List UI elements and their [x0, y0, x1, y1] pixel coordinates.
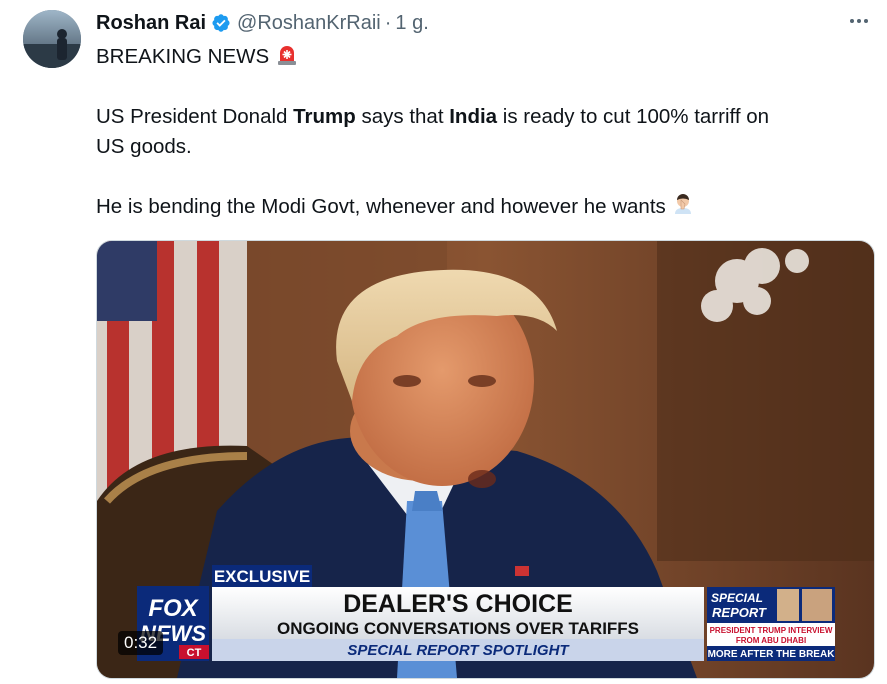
verified-badge-icon	[212, 14, 230, 32]
text-line-2: US President Donald Trump says that Indi…	[96, 102, 866, 132]
fox-channel-tag: CT	[187, 647, 202, 659]
side-line-1: PRESIDENT TRUMP INTERVIEW	[710, 626, 833, 635]
avatar[interactable]	[23, 10, 81, 68]
tweet-header: Roshan Rai @RoshanKrRaii · 1 g.	[96, 9, 429, 37]
text-line-4: He is bending the Modi Govt, whenever an…	[96, 192, 866, 222]
text-segment: is ready to cut 100% tarriff on	[497, 105, 770, 128]
chyron-spotlight: SPECIAL REPORT SPOTLIGHT	[347, 642, 570, 659]
special-report-word-2: REPORT	[712, 605, 767, 620]
more-dot-icon	[864, 19, 868, 23]
more-dot-icon	[850, 19, 854, 23]
siren-emoji-icon	[277, 46, 296, 65]
text-segment: US President Donald	[96, 105, 294, 128]
bold-india: India	[449, 105, 498, 128]
separator-dot: ·	[384, 11, 392, 34]
video-frame: FOX NEWS CT EXCLUSIVE DEALER'S CHOICE ON…	[97, 241, 874, 678]
video-timestamp: 0:32	[118, 631, 164, 655]
exclusive-tag: EXCLUSIVE	[214, 567, 310, 586]
bold-trump: Trump	[293, 105, 356, 128]
side-line-3: MORE AFTER THE BREAK	[708, 649, 836, 660]
video-player[interactable]: FOX NEWS CT EXCLUSIVE DEALER'S CHOICE ON…	[96, 240, 875, 679]
author-handle[interactable]: @RoshanKrRaii	[237, 12, 381, 35]
chyron-subline: ONGOING CONVERSATIONS OVER TARIFFS	[277, 619, 639, 638]
text-segment: He is bending the Modi Govt, whenever an…	[96, 195, 666, 218]
fox-logo-top: FOX	[148, 595, 199, 622]
text-segment: says that	[355, 105, 450, 128]
tweet-timestamp[interactable]: 1 g.	[395, 12, 428, 35]
text-line-1: BREAKING NEWS	[96, 42, 866, 72]
avatar-image	[23, 10, 81, 68]
special-report-word-1: SPECIAL	[711, 591, 763, 605]
chyron-headline: DEALER'S CHOICE	[343, 590, 573, 618]
more-dot-icon	[857, 19, 861, 23]
breaking-news-text: BREAKING NEWS	[96, 45, 270, 68]
author-name[interactable]: Roshan Rai	[96, 12, 206, 35]
facepalm-emoji-icon	[675, 194, 692, 214]
side-line-2: FROM ABU DHABI	[736, 636, 806, 645]
tweet-text: BREAKING NEWS US President Donald Trump …	[96, 42, 866, 222]
text-line-3: US goods.	[96, 135, 192, 158]
more-options-button[interactable]	[845, 10, 873, 32]
